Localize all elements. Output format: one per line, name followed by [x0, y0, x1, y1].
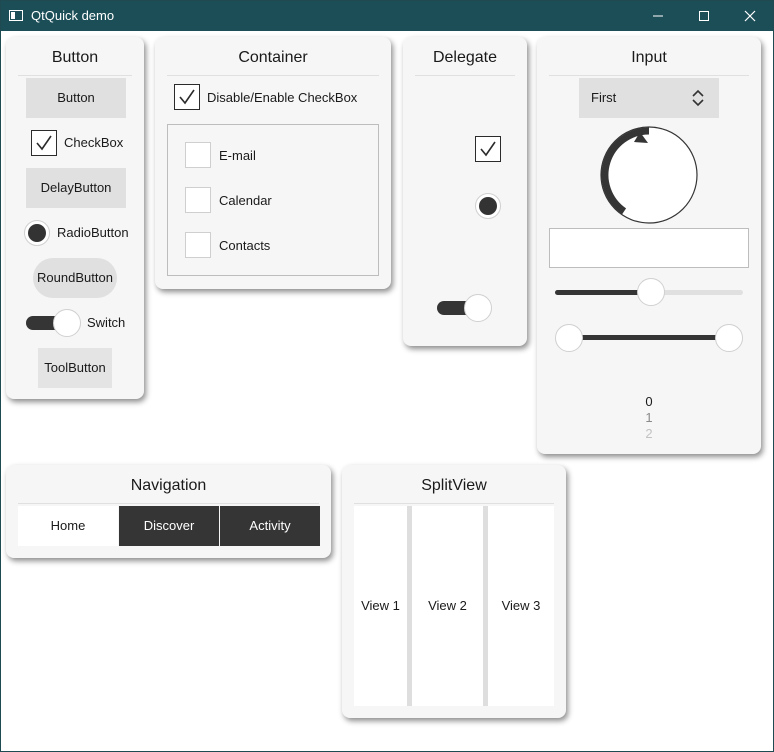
pane-title: Button: [18, 49, 132, 76]
checkmark-icon: [36, 135, 52, 151]
close-button[interactable]: [727, 1, 773, 31]
delay-button[interactable]: DelayButton: [26, 168, 126, 208]
switch-label: Switch: [87, 315, 126, 330]
maximize-button[interactable]: [681, 1, 727, 31]
title-bar[interactable]: QtQuick demo: [1, 1, 773, 31]
round-button[interactable]: RoundButton: [33, 258, 117, 298]
range-slider-first-handle[interactable]: [555, 324, 583, 352]
app-icon: [9, 10, 23, 21]
maximize-icon: [699, 11, 709, 21]
split-view-3: View 3: [488, 506, 554, 706]
pane-title: SplitView: [354, 477, 554, 504]
minimize-button[interactable]: [635, 1, 681, 31]
checkbox-group-frame: E-mail Calendar Contacts: [167, 124, 379, 276]
tumbler-item: 2: [645, 426, 653, 441]
dial[interactable]: [597, 123, 701, 227]
text-field[interactable]: [549, 228, 749, 268]
range-slider-fill: [567, 335, 731, 340]
tumbler-item: 0: [645, 394, 653, 409]
input-pane: Input First 0 1 2: [537, 37, 761, 454]
contacts-checkbox-label: Contacts: [219, 238, 271, 253]
email-checkbox-label: E-mail: [219, 148, 256, 163]
split-view-1: View 1: [354, 506, 407, 706]
split-view-2: View 2: [412, 506, 483, 706]
checkmark-icon: [480, 141, 496, 157]
main-content: Button Button CheckBox DelayButton Radio…: [1, 31, 773, 751]
delegate-pane: Delegate: [403, 37, 527, 346]
check-delegate[interactable]: [475, 136, 501, 162]
slider-handle[interactable]: [637, 278, 665, 306]
app-window: QtQuick demo Button Button CheckBox Dela…: [0, 0, 774, 752]
tab-discover[interactable]: Discover: [119, 506, 219, 546]
checkmark-icon: [179, 89, 195, 105]
pane-title: Container: [167, 49, 379, 76]
tool-button[interactable]: ToolButton: [38, 348, 112, 388]
pane-title: Navigation: [18, 477, 319, 504]
contacts-checkbox[interactable]: [185, 232, 211, 258]
radio-button[interactable]: [24, 220, 50, 246]
split-view: View 1 View 2 View 3: [354, 506, 554, 706]
tab-bar: Home Discover Activity: [18, 506, 320, 546]
calendar-checkbox[interactable]: [185, 187, 211, 213]
pane-title: Delegate: [415, 49, 515, 76]
switch-delegate-knob[interactable]: [464, 294, 492, 322]
calendar-checkbox-label: Calendar: [219, 193, 272, 208]
combo-value: First: [591, 90, 617, 105]
tumbler[interactable]: 0 1 2: [637, 394, 661, 442]
close-icon: [744, 10, 756, 22]
chevron-updown-icon: [692, 89, 704, 107]
checkbox-label: CheckBox: [64, 135, 124, 150]
master-checkbox[interactable]: [174, 84, 200, 110]
radio-delegate[interactable]: [475, 193, 501, 219]
button[interactable]: Button: [26, 78, 126, 118]
checkbox[interactable]: [31, 130, 57, 156]
tumbler-item: 1: [645, 410, 653, 425]
container-pane: Container Disable/Enable CheckBox E-mail…: [155, 37, 391, 289]
radio-button-label: RadioButton: [57, 225, 129, 240]
switch-knob[interactable]: [53, 309, 81, 337]
tab-activity[interactable]: Activity: [220, 506, 320, 546]
pane-title: Input: [549, 49, 749, 76]
range-slider-second-handle[interactable]: [715, 324, 743, 352]
splitview-pane: SplitView View 1 View 2 View 3: [342, 465, 566, 718]
tab-home[interactable]: Home: [18, 506, 118, 546]
minimize-icon: [653, 15, 663, 17]
button-pane: Button Button CheckBox DelayButton Radio…: [6, 37, 144, 399]
master-checkbox-label: Disable/Enable CheckBox: [207, 90, 358, 105]
combo-box[interactable]: First: [579, 78, 719, 118]
window-title: QtQuick demo: [31, 8, 115, 23]
navigation-pane: Navigation Home Discover Activity: [6, 465, 331, 558]
email-checkbox[interactable]: [185, 142, 211, 168]
